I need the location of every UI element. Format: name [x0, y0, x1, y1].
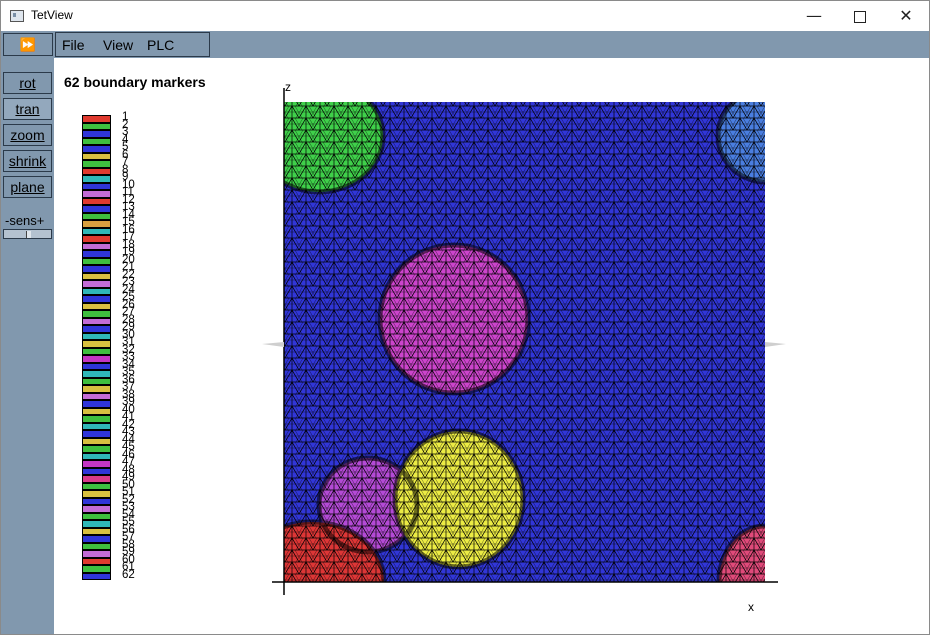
title-bar: TetView — ✕: [1, 1, 929, 31]
close-icon: ✕: [899, 6, 913, 25]
mesh-regions: [284, 102, 765, 582]
app-icon: [10, 10, 24, 22]
menu-plc[interactable]: PLC: [147, 37, 174, 53]
maximize-button[interactable]: [837, 1, 883, 31]
app-window: TetView — ✕ ⏩ File View PLC rot tran zoo…: [0, 0, 930, 635]
view-area[interactable]: 62 boundary markers 1 2 3 4 5 6 7 8 9 10 11 12 13 14 1…: [54, 58, 929, 634]
menu-group: File View PLC: [55, 32, 210, 57]
menu-view[interactable]: View: [103, 37, 133, 53]
shrink-button[interactable]: shrink: [3, 150, 52, 172]
plane-button[interactable]: plane: [3, 176, 52, 198]
menu-file[interactable]: File: [62, 37, 85, 53]
right-plane-indicator: [765, 342, 786, 347]
window-title: TetView: [31, 8, 73, 22]
rot-button[interactable]: rot: [3, 72, 52, 94]
minimize-button[interactable]: —: [791, 1, 837, 31]
fast-forward-icon: ⏩: [19, 37, 37, 52]
menu-bar: ⏩ File View PLC: [1, 31, 929, 58]
z-axis-label: z: [285, 80, 291, 94]
minimize-icon: —: [806, 6, 822, 25]
close-button[interactable]: ✕: [883, 1, 929, 31]
maximize-icon: [854, 10, 866, 23]
slider-thumb[interactable]: [26, 231, 31, 238]
left-plane-indicator: [262, 342, 284, 347]
mesh-plot[interactable]: [54, 58, 929, 634]
sensitivity-label: -sens+: [5, 213, 45, 228]
tran-button[interactable]: tran: [3, 98, 52, 120]
side-toolbar: rot tran zoom shrink plane -sens+: [1, 58, 54, 634]
fast-forward-button[interactable]: ⏩: [3, 33, 53, 56]
zoom-button[interactable]: zoom: [3, 124, 52, 146]
x-axis-label: x: [748, 600, 754, 614]
sensitivity-slider[interactable]: [3, 229, 52, 239]
